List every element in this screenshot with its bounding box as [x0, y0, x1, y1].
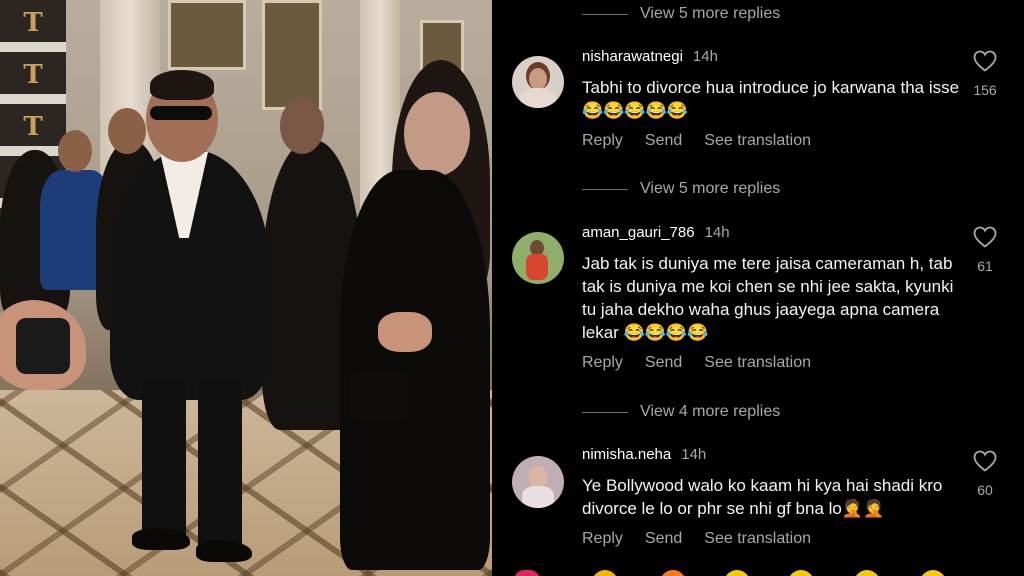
send-button[interactable]: Send: [645, 354, 682, 372]
handbag: [350, 370, 412, 422]
party-emoji-icon[interactable]: [724, 570, 750, 576]
sunglasses: [150, 106, 212, 120]
see-translation-button[interactable]: See translation: [704, 530, 811, 548]
window: [168, 0, 246, 70]
comment-actions: Reply Send See translation: [582, 530, 811, 548]
comment-username[interactable]: nisharawatnegi 14h: [582, 48, 718, 65]
banner-logo: T: [23, 112, 43, 142]
send-button[interactable]: Send: [645, 132, 682, 150]
comment-username[interactable]: aman_gauri_786 14h: [582, 224, 730, 241]
comment-actions: Reply Send See translation: [582, 354, 811, 372]
comment-username[interactable]: nimisha.neha 14h: [582, 446, 706, 463]
comment-text: Ye Bollywood walo ko kaam hi kya hai sha…: [582, 476, 943, 518]
see-translation-button[interactable]: See translation: [704, 354, 811, 372]
view-more-replies-label: View 5 more replies: [640, 180, 781, 197]
trouser-leg: [198, 380, 242, 550]
divider-line: [582, 188, 628, 190]
comment-time: 14h: [692, 48, 718, 65]
video-frame: T T T T: [0, 0, 492, 576]
comment-text: Jab tak is duniya me tere jaisa camerama…: [582, 254, 954, 342]
banner-logo: T: [23, 8, 43, 38]
man-hair: [150, 70, 214, 100]
avatar-body: [520, 88, 556, 108]
comment-time: 14h: [681, 446, 707, 463]
emoji-reaction-bar: [492, 560, 1024, 576]
heart-emoji-icon[interactable]: [514, 570, 540, 576]
comment-text: Tabhi to divorce hua introduce jo karwan…: [582, 78, 960, 120]
avatar[interactable]: [512, 56, 564, 108]
avatar-face: [528, 466, 548, 488]
reply-button[interactable]: Reply: [582, 354, 623, 372]
see-translation-button[interactable]: See translation: [704, 132, 811, 150]
hand: [378, 312, 432, 352]
send-button[interactable]: Send: [645, 530, 682, 548]
comments-panel: View 5 more replies nisharawatnegi 14h Ta…: [492, 0, 1024, 576]
view-more-replies-label: View 4 more replies: [640, 403, 781, 420]
woman-face: [404, 92, 470, 176]
laugh-emoji-icon[interactable]: [920, 570, 946, 576]
divider-line: [582, 411, 628, 413]
window: [262, 0, 322, 110]
like-button[interactable]: 60: [968, 450, 1002, 498]
avatar-body: [522, 486, 554, 508]
comment-time: 14h: [704, 224, 730, 241]
divider-line: [582, 13, 628, 15]
bodyguard-head: [280, 98, 324, 154]
person-head: [58, 130, 92, 172]
microphone: [16, 318, 70, 374]
heart-outline-icon: [973, 50, 997, 72]
smile-emoji-icon[interactable]: [788, 570, 814, 576]
avatar-body: [526, 254, 548, 280]
trouser-leg: [142, 380, 186, 540]
like-button[interactable]: 61: [968, 226, 1002, 274]
reply-button[interactable]: Reply: [582, 132, 623, 150]
view-more-replies-button[interactable]: View 5 more replies: [582, 5, 780, 23]
clap-emoji-icon[interactable]: [592, 570, 618, 576]
like-count: 156: [973, 82, 997, 98]
view-more-replies-label: View 5 more replies: [640, 5, 781, 22]
banner-logo: T: [23, 60, 43, 90]
heart-outline-icon: [973, 226, 997, 248]
avatar[interactable]: [512, 456, 564, 508]
like-count: 61: [977, 258, 993, 274]
view-more-replies-button[interactable]: View 4 more replies: [582, 403, 780, 421]
cry-emoji-icon[interactable]: [854, 570, 880, 576]
like-count: 60: [977, 482, 993, 498]
reply-button[interactable]: Reply: [582, 530, 623, 548]
avatar[interactable]: [512, 232, 564, 284]
fire-emoji-icon[interactable]: [660, 570, 686, 576]
like-button[interactable]: 156: [968, 50, 1002, 98]
heart-outline-icon: [973, 450, 997, 472]
avatar-face: [529, 68, 547, 90]
view-more-replies-button[interactable]: View 5 more replies: [582, 180, 780, 198]
comment-actions: Reply Send See translation: [582, 132, 811, 150]
person-head: [108, 108, 146, 154]
